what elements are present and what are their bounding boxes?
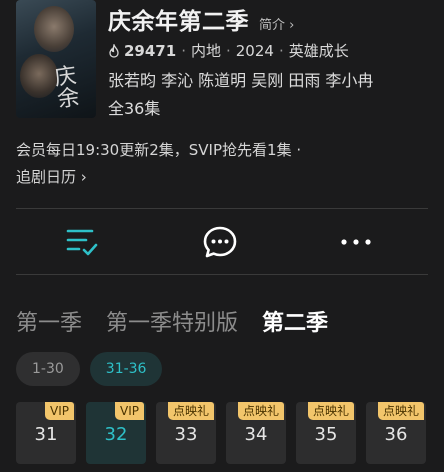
episode-number: 36 [384,424,408,445]
divider [16,208,428,209]
divider [16,274,428,275]
tab-season-1-special[interactable]: 第一季特别版 [106,305,238,337]
more-button[interactable] [336,224,376,260]
episode-tile[interactable]: 点映礼 34 [226,402,286,464]
chevron-right-icon: › [76,168,87,186]
vip-badge: VIP [115,402,144,420]
premiere-badge: 点映礼 [377,402,424,420]
episode-tile[interactable]: 点映礼 35 [296,402,356,464]
separator-dot: · [181,41,186,60]
heat-value: 29471 [124,41,177,60]
separator-dot: · [278,41,284,60]
comment-button[interactable] [200,224,240,260]
episode-tile[interactable]: VIP 31 [16,402,76,464]
intro-label: 简介 [259,18,286,33]
poster-figure [20,54,58,98]
premiere-badge: 点映礼 [237,402,284,420]
year: 2024 [235,41,274,60]
show-header: 庆余 庆余年第二季 简介 › 29471 · 内地 · 2024 · 英雄成长 … [16,0,436,120]
tab-season-1[interactable]: 第一季 [16,305,82,337]
region: 内地 [190,42,221,60]
show-title: 庆余年第二季 [108,9,249,35]
more-icon [341,239,371,245]
flame-icon [109,43,119,58]
episode-tile[interactable]: 点映礼 36 [366,402,426,464]
episode-number: 32 [104,424,128,445]
update-notice: 会员每日19:30更新2集，SVIP抢先看1集 · 追剧日历 › [16,137,426,191]
genre: 英雄成长 [288,42,349,60]
episode-number: 31 [34,424,58,445]
episode-tile-current[interactable]: VIP 32 [86,402,146,464]
episode-number: 34 [244,424,268,445]
season-tabs: 第一季 第一季特别版 第二季 [16,305,352,337]
update-text: 会员每日19:30更新2集，SVIP抢先看1集 · [16,141,302,159]
episode-list-icon [66,229,98,256]
range-chip[interactable]: 1-30 [16,352,80,386]
calendar-label: 追剧日历 [16,168,77,186]
range-chip-selected[interactable]: 31-36 [89,352,163,386]
episode-count: 全36集 [108,99,161,118]
episode-list-button[interactable] [62,224,102,260]
episode-tile[interactable]: 点映礼 33 [156,402,216,464]
episode-number: 35 [314,424,338,445]
comment-icon [203,226,237,258]
calendar-link[interactable]: 追剧日历 › [16,164,426,191]
intro-link[interactable]: 简介 › [259,14,294,33]
show-meta: 29471 · 内地 · 2024 · 英雄成长 [108,40,349,61]
episode-grid: VIP 31 VIP 32 点映礼 33 点映礼 34 点映礼 35 点映礼 3… [16,402,426,464]
poster-figure [34,6,74,52]
separator-dot: · [225,41,231,60]
poster-logo: 庆余 [52,63,82,113]
tab-season-2[interactable]: 第二季 [262,305,328,337]
episode-number: 33 [174,424,198,445]
action-bar [0,210,444,274]
cast-list: 张若昀 李沁 陈道明 吴刚 田雨 李小冉 [108,71,374,90]
poster-image[interactable]: 庆余 [16,0,96,118]
chevron-right-icon: › [285,18,295,33]
premiere-badge: 点映礼 [167,402,214,420]
premiere-badge: 点映礼 [307,402,354,420]
episode-range-selector: 1-30 31-36 [16,352,172,386]
vip-badge: VIP [45,402,74,420]
